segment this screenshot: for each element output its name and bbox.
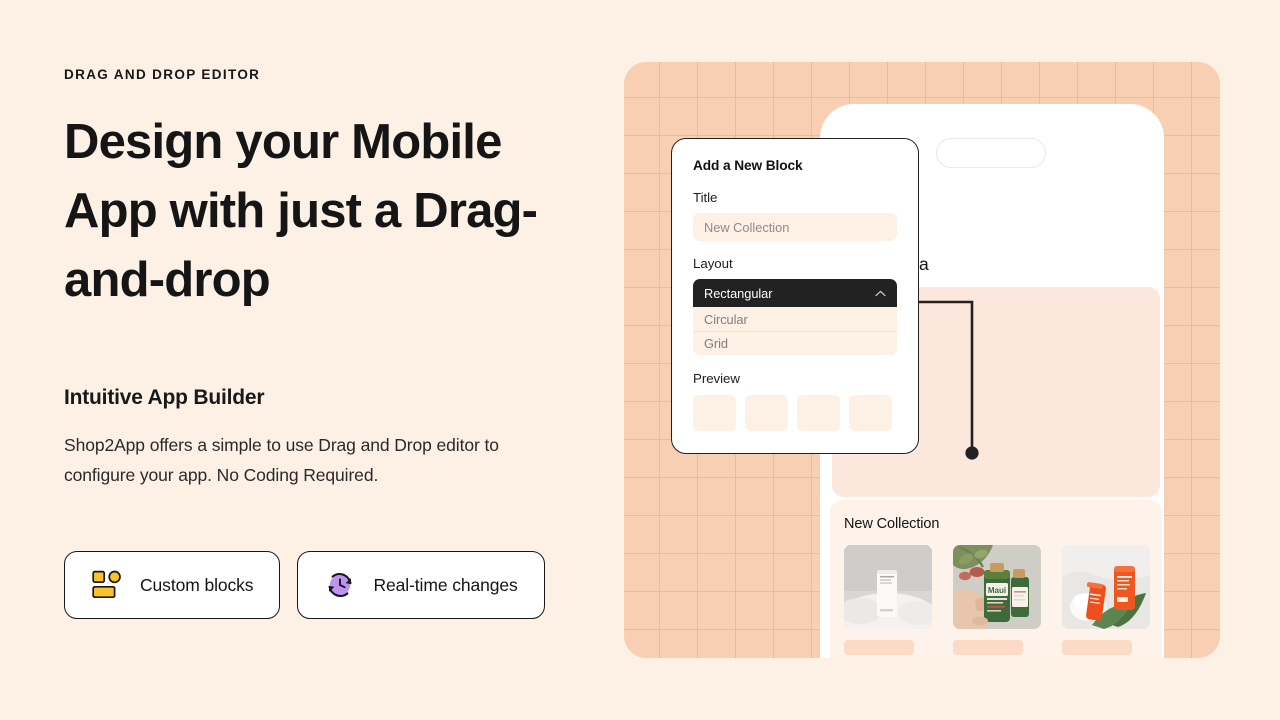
feature-title: Intuitive App Builder: [64, 386, 265, 409]
chevron-up-icon: [875, 290, 886, 297]
product-title-placeholder: [953, 640, 1023, 655]
feature-pill-row: Custom blocks Real-time changes: [64, 551, 545, 619]
white-cream-tube-image: [844, 545, 932, 629]
hero-text-column: DRAG AND DROP EDITOR Design your Mobile …: [64, 0, 584, 720]
layout-field-label: Layout: [693, 256, 733, 271]
dialog-title: Add a New Block: [693, 158, 803, 173]
preview-label: Preview: [693, 371, 740, 386]
layout-select-options: Circular Grid: [693, 307, 897, 355]
product-title-placeholder: [1062, 640, 1132, 655]
feature-description: Shop2App offers a simple to use Drag and…: [64, 435, 499, 485]
section-title: New Collection: [844, 516, 940, 532]
pill-label: Custom blocks: [140, 574, 254, 595]
blocks-icon: [91, 570, 123, 600]
page-title: Design your Mobile App with just a Drag-…: [64, 115, 538, 307]
preview-row: [693, 395, 897, 431]
orange-skincare-tubes-image: [1062, 545, 1150, 629]
product-card[interactable]: [1062, 545, 1150, 655]
layout-option-grid[interactable]: Grid: [693, 331, 897, 355]
editor-preview-panel: Back, Anna New Collection: [624, 62, 1220, 658]
preview-box[interactable]: [797, 395, 840, 431]
product-card[interactable]: Maui: [953, 545, 1041, 655]
pill-label: Real-time changes: [373, 574, 518, 595]
layout-selected-value: Rectangular: [704, 285, 773, 301]
pill-custom-blocks[interactable]: Custom blocks: [64, 551, 281, 619]
product-card[interactable]: [844, 545, 932, 655]
layout-select[interactable]: Rectangular Circular Grid: [693, 279, 897, 355]
pill-realtime-changes[interactable]: Real-time changes: [297, 551, 545, 619]
clock-refresh-icon: [324, 570, 356, 600]
phone-search-pill[interactable]: [936, 138, 1046, 168]
section-new-collection: New Collection Maui: [830, 500, 1162, 658]
layout-select-head[interactable]: Rectangular: [693, 279, 897, 307]
svg-text:Maui: Maui: [988, 586, 1006, 595]
product-row: Maui: [844, 545, 1150, 655]
title-input[interactable]: [693, 213, 897, 241]
title-field-label: Title: [693, 190, 718, 205]
layout-option-circular[interactable]: Circular: [693, 307, 897, 331]
preview-box[interactable]: [849, 395, 892, 431]
add-block-dialog: Add a New Block Title Layout Rectangular…: [671, 138, 919, 454]
preview-box[interactable]: [745, 395, 788, 431]
green-shampoo-bottle-image: Maui: [953, 545, 1041, 629]
preview-box[interactable]: [693, 395, 736, 431]
product-title-placeholder: [844, 640, 914, 655]
eyebrow-label: DRAG AND DROP EDITOR: [64, 67, 261, 82]
